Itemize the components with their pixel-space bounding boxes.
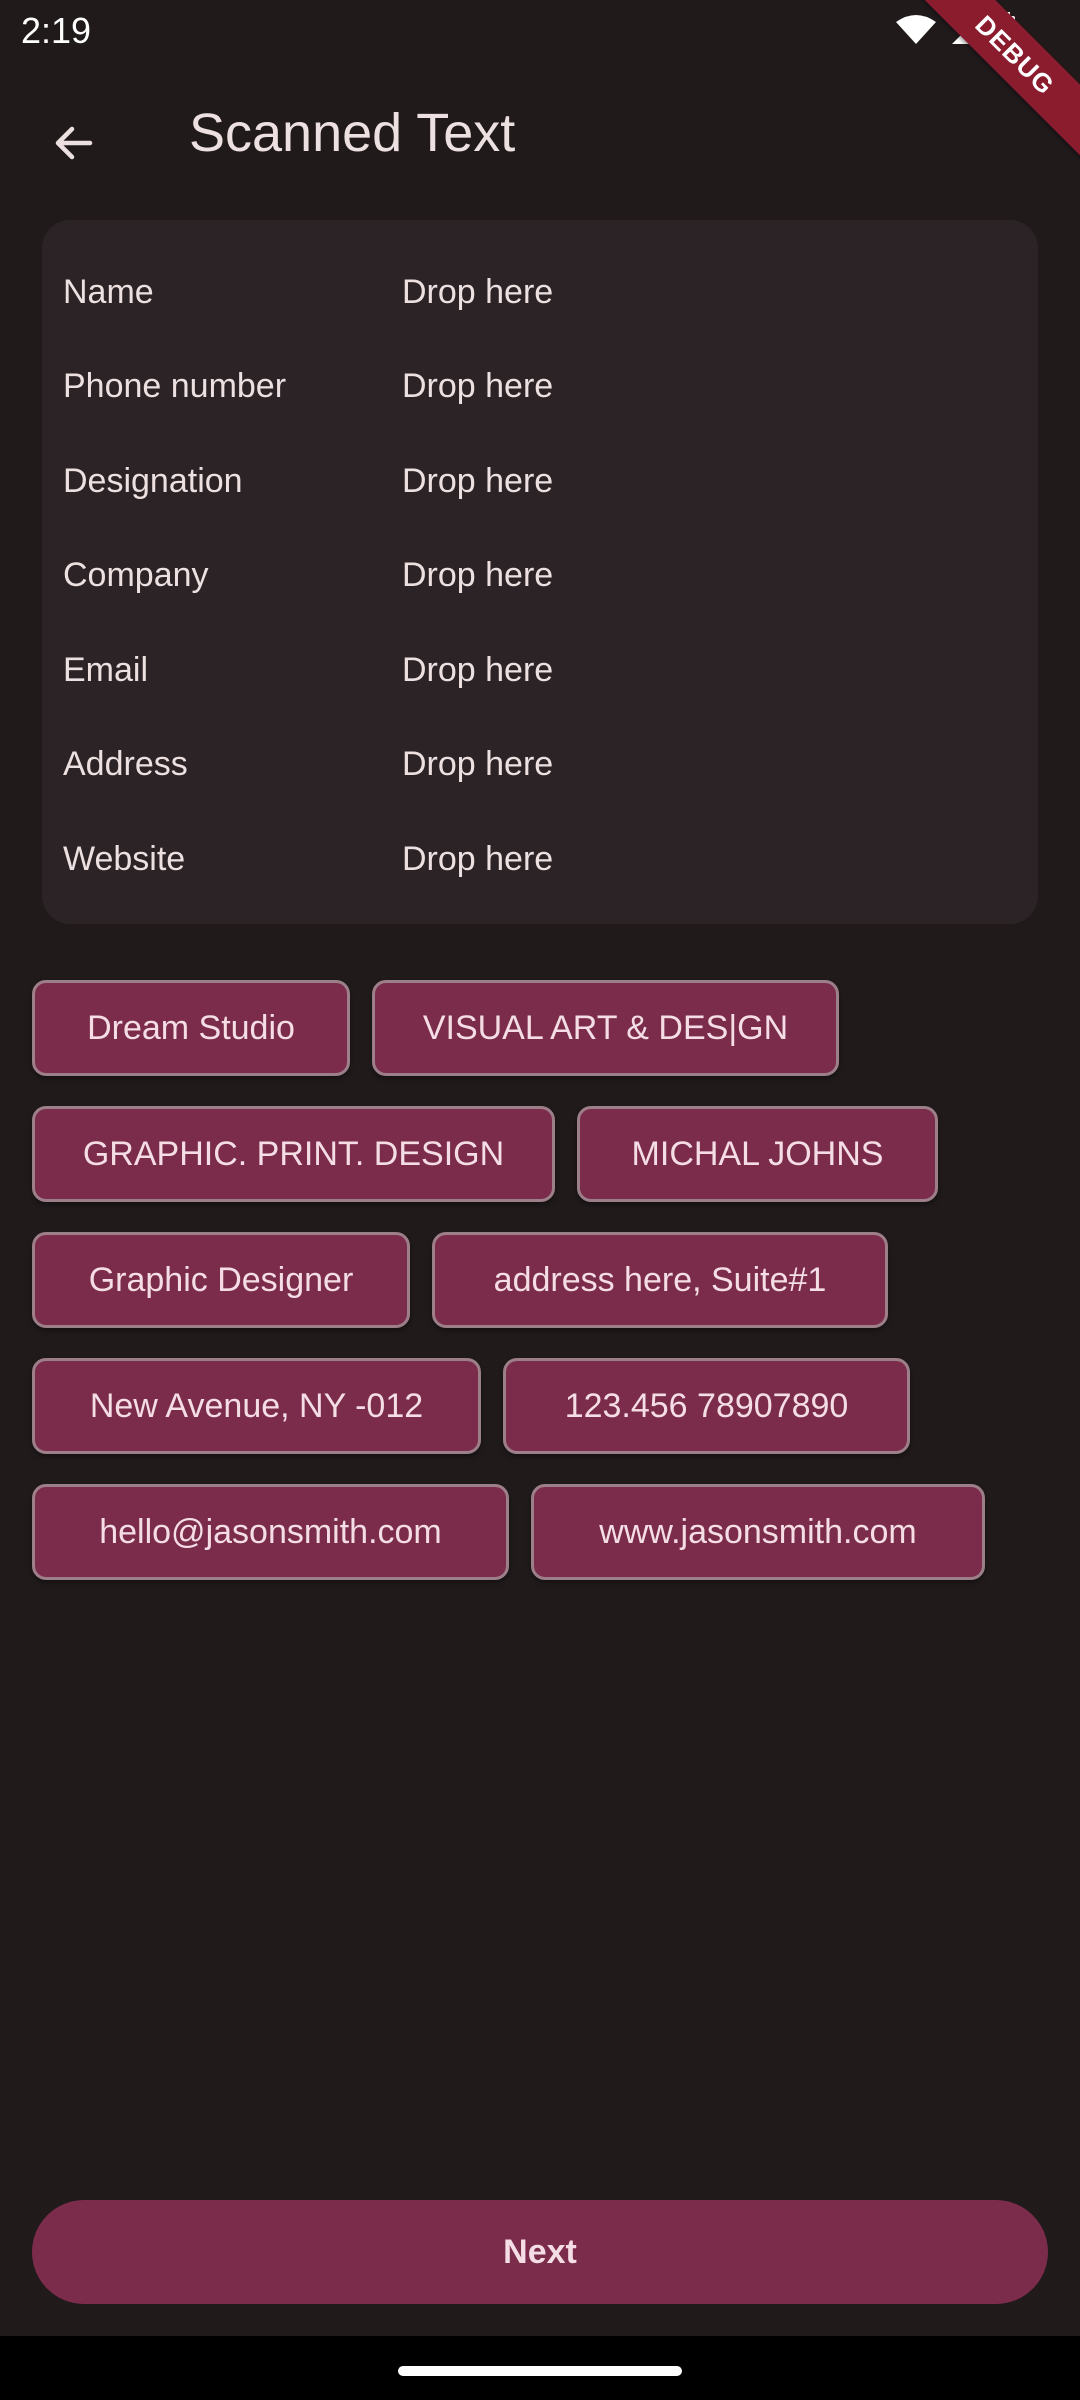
wifi-icon bbox=[896, 15, 936, 44]
page-title: Scanned Text bbox=[189, 103, 516, 163]
status-bar: 2:19 bbox=[0, 0, 1080, 64]
text-chip[interactable]: MICHAL JOHNS bbox=[577, 1106, 938, 1202]
field-label: Website bbox=[63, 840, 186, 878]
drop-target-website[interactable]: Drop here bbox=[402, 840, 553, 879]
drop-target-address[interactable]: Drop here bbox=[402, 745, 553, 784]
field-label: Address bbox=[63, 745, 188, 783]
field-row-address: Address Drop here bbox=[63, 737, 1023, 797]
drop-target-designation[interactable]: Drop here bbox=[402, 462, 553, 501]
text-chip[interactable]: New Avenue, NY -012 bbox=[32, 1358, 481, 1454]
drop-target-phone[interactable]: Drop here bbox=[402, 367, 553, 406]
text-chip[interactable]: VISUAL ART & DES|GN bbox=[372, 980, 839, 1076]
text-chip[interactable]: Graphic Designer bbox=[32, 1232, 410, 1328]
text-chip[interactable]: hello@jasonsmith.com bbox=[32, 1484, 509, 1580]
text-chip[interactable]: address here, Suite#1 bbox=[432, 1232, 888, 1328]
status-time: 2:19 bbox=[21, 10, 92, 51]
field-row-company: Company Drop here bbox=[63, 548, 1023, 608]
text-chip[interactable]: 123.456 78907890 bbox=[503, 1358, 910, 1454]
field-label: Name bbox=[63, 273, 154, 311]
navigation-bar bbox=[0, 2336, 1080, 2400]
field-label: Company bbox=[63, 556, 209, 594]
drop-target-name[interactable]: Drop here bbox=[402, 273, 553, 312]
text-chip[interactable]: www.jasonsmith.com bbox=[531, 1484, 985, 1580]
text-chip[interactable]: GRAPHIC. PRINT. DESIGN bbox=[32, 1106, 555, 1202]
field-row-name: Name Drop here bbox=[63, 265, 1023, 325]
field-label: Phone number bbox=[63, 367, 287, 405]
home-indicator[interactable] bbox=[398, 2366, 682, 2376]
field-row-phone: Phone number Drop here bbox=[63, 359, 1023, 419]
drop-target-company[interactable]: Drop here bbox=[402, 556, 553, 595]
field-row-email: Email Drop here bbox=[63, 643, 1023, 703]
fields-card: Name Drop here Phone number Drop here De… bbox=[42, 220, 1038, 924]
arrow-back-icon bbox=[55, 126, 93, 160]
next-button[interactable]: Next bbox=[32, 2200, 1048, 2304]
text-chip[interactable]: Dream Studio bbox=[32, 980, 350, 1076]
back-button[interactable] bbox=[34, 103, 114, 183]
field-label: Email bbox=[63, 651, 149, 689]
field-label: Designation bbox=[63, 462, 243, 500]
field-row-designation: Designation Drop here bbox=[63, 454, 1023, 514]
drop-target-email[interactable]: Drop here bbox=[402, 651, 553, 690]
app-bar: Scanned Text bbox=[0, 64, 1080, 206]
field-row-website: Website Drop here bbox=[63, 832, 1023, 892]
